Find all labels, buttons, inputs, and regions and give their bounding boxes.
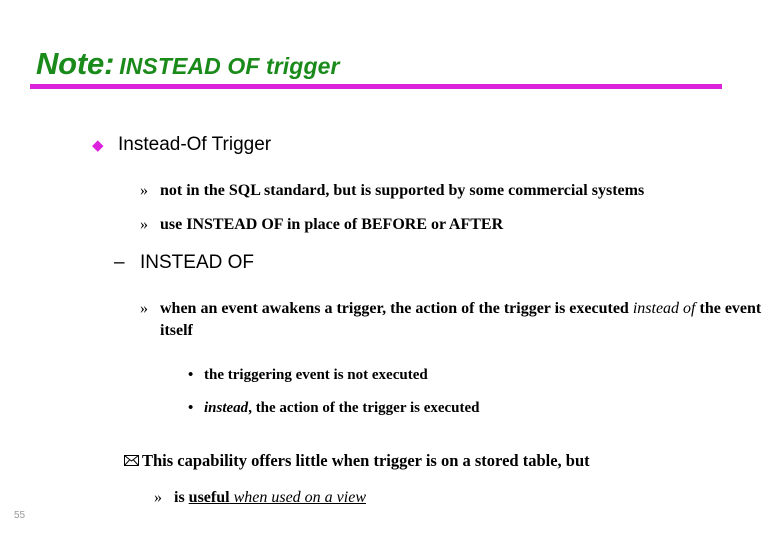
when-used-on-view-text: when used on a view bbox=[229, 489, 366, 506]
envelope-icon bbox=[124, 455, 139, 466]
bullet-instead-action-executed: • instead, the action of the trigger is … bbox=[0, 397, 780, 419]
page-title: Note: INSTEAD OF trigger bbox=[36, 46, 340, 82]
bullet-instead-action-executed-label: instead, the action of the trigger is ex… bbox=[186, 397, 480, 419]
bullet-capability-note-label: This capability offers little when trigg… bbox=[142, 451, 590, 470]
dash-bullet-icon: – bbox=[114, 252, 125, 273]
guillemet-bullet-icon: » bbox=[140, 300, 148, 317]
instead-rest: , the action of the trigger is executed bbox=[248, 400, 480, 416]
bullet-instead-of-trigger-label: Instead-Of Trigger bbox=[118, 134, 272, 155]
bullet-triggering-event-not-executed: • the triggering event is not executed bbox=[0, 364, 780, 386]
bullet-instead-of-trigger: ◆ Instead-Of Trigger bbox=[0, 132, 780, 158]
instead-italic-word: instead bbox=[204, 400, 249, 416]
bullet-not-in-sql-standard-label: not in the SQL standard, but is supporte… bbox=[160, 182, 645, 199]
useful-prefix: is bbox=[174, 489, 189, 506]
bullet-use-instead-of-label: use INSTEAD OF in place of BEFORE or AFT… bbox=[160, 216, 504, 233]
bullet-when-event-awakens: » when an event awakens a trigger, the a… bbox=[0, 298, 780, 342]
bullet-instead-of-heading-label: INSTEAD OF bbox=[140, 252, 255, 273]
page-number: 55 bbox=[14, 510, 26, 521]
useful-word: useful bbox=[188, 489, 230, 506]
bullet-triggering-event-not-executed-label: the triggering event is not executed bbox=[204, 367, 428, 383]
bullet-use-instead-of: » use INSTEAD OF in place of BEFORE or A… bbox=[0, 214, 780, 236]
bullet-when-event-awakens-label: when an event awakens a trigger, the act… bbox=[138, 298, 780, 342]
title-divider-rule bbox=[30, 84, 722, 89]
guillemet-bullet-icon: » bbox=[140, 182, 148, 199]
when-event-italic: instead of bbox=[632, 300, 696, 317]
title-lead-text: Note: bbox=[36, 46, 115, 81]
bullet-instead-of-heading: – INSTEAD OF bbox=[0, 250, 780, 276]
dot-bullet-icon: • bbox=[188, 400, 194, 416]
bullet-not-in-sql-standard: » not in the SQL standard, but is suppor… bbox=[0, 180, 780, 202]
slide: Note: INSTEAD OF trigger ◆ Instead-Of Tri… bbox=[0, 0, 780, 540]
when-event-part1: when an event awakens a trigger, the act… bbox=[160, 300, 633, 317]
bullet-useful-on-view: » is useful when used on a view bbox=[0, 487, 780, 509]
guillemet-bullet-icon: » bbox=[140, 216, 148, 233]
bullet-capability-note: This capability offers little when trigg… bbox=[0, 449, 780, 473]
diamond-bullet-icon: ◆ bbox=[92, 137, 104, 154]
dot-bullet-icon: • bbox=[188, 367, 194, 383]
title-rest-text: INSTEAD OF trigger bbox=[119, 53, 340, 79]
bullet-useful-on-view-label: is useful when used on a view bbox=[152, 487, 780, 509]
guillemet-bullet-icon: » bbox=[154, 489, 162, 506]
slide-body: ◆ Instead-Of Trigger » not in the SQL st… bbox=[0, 132, 780, 521]
